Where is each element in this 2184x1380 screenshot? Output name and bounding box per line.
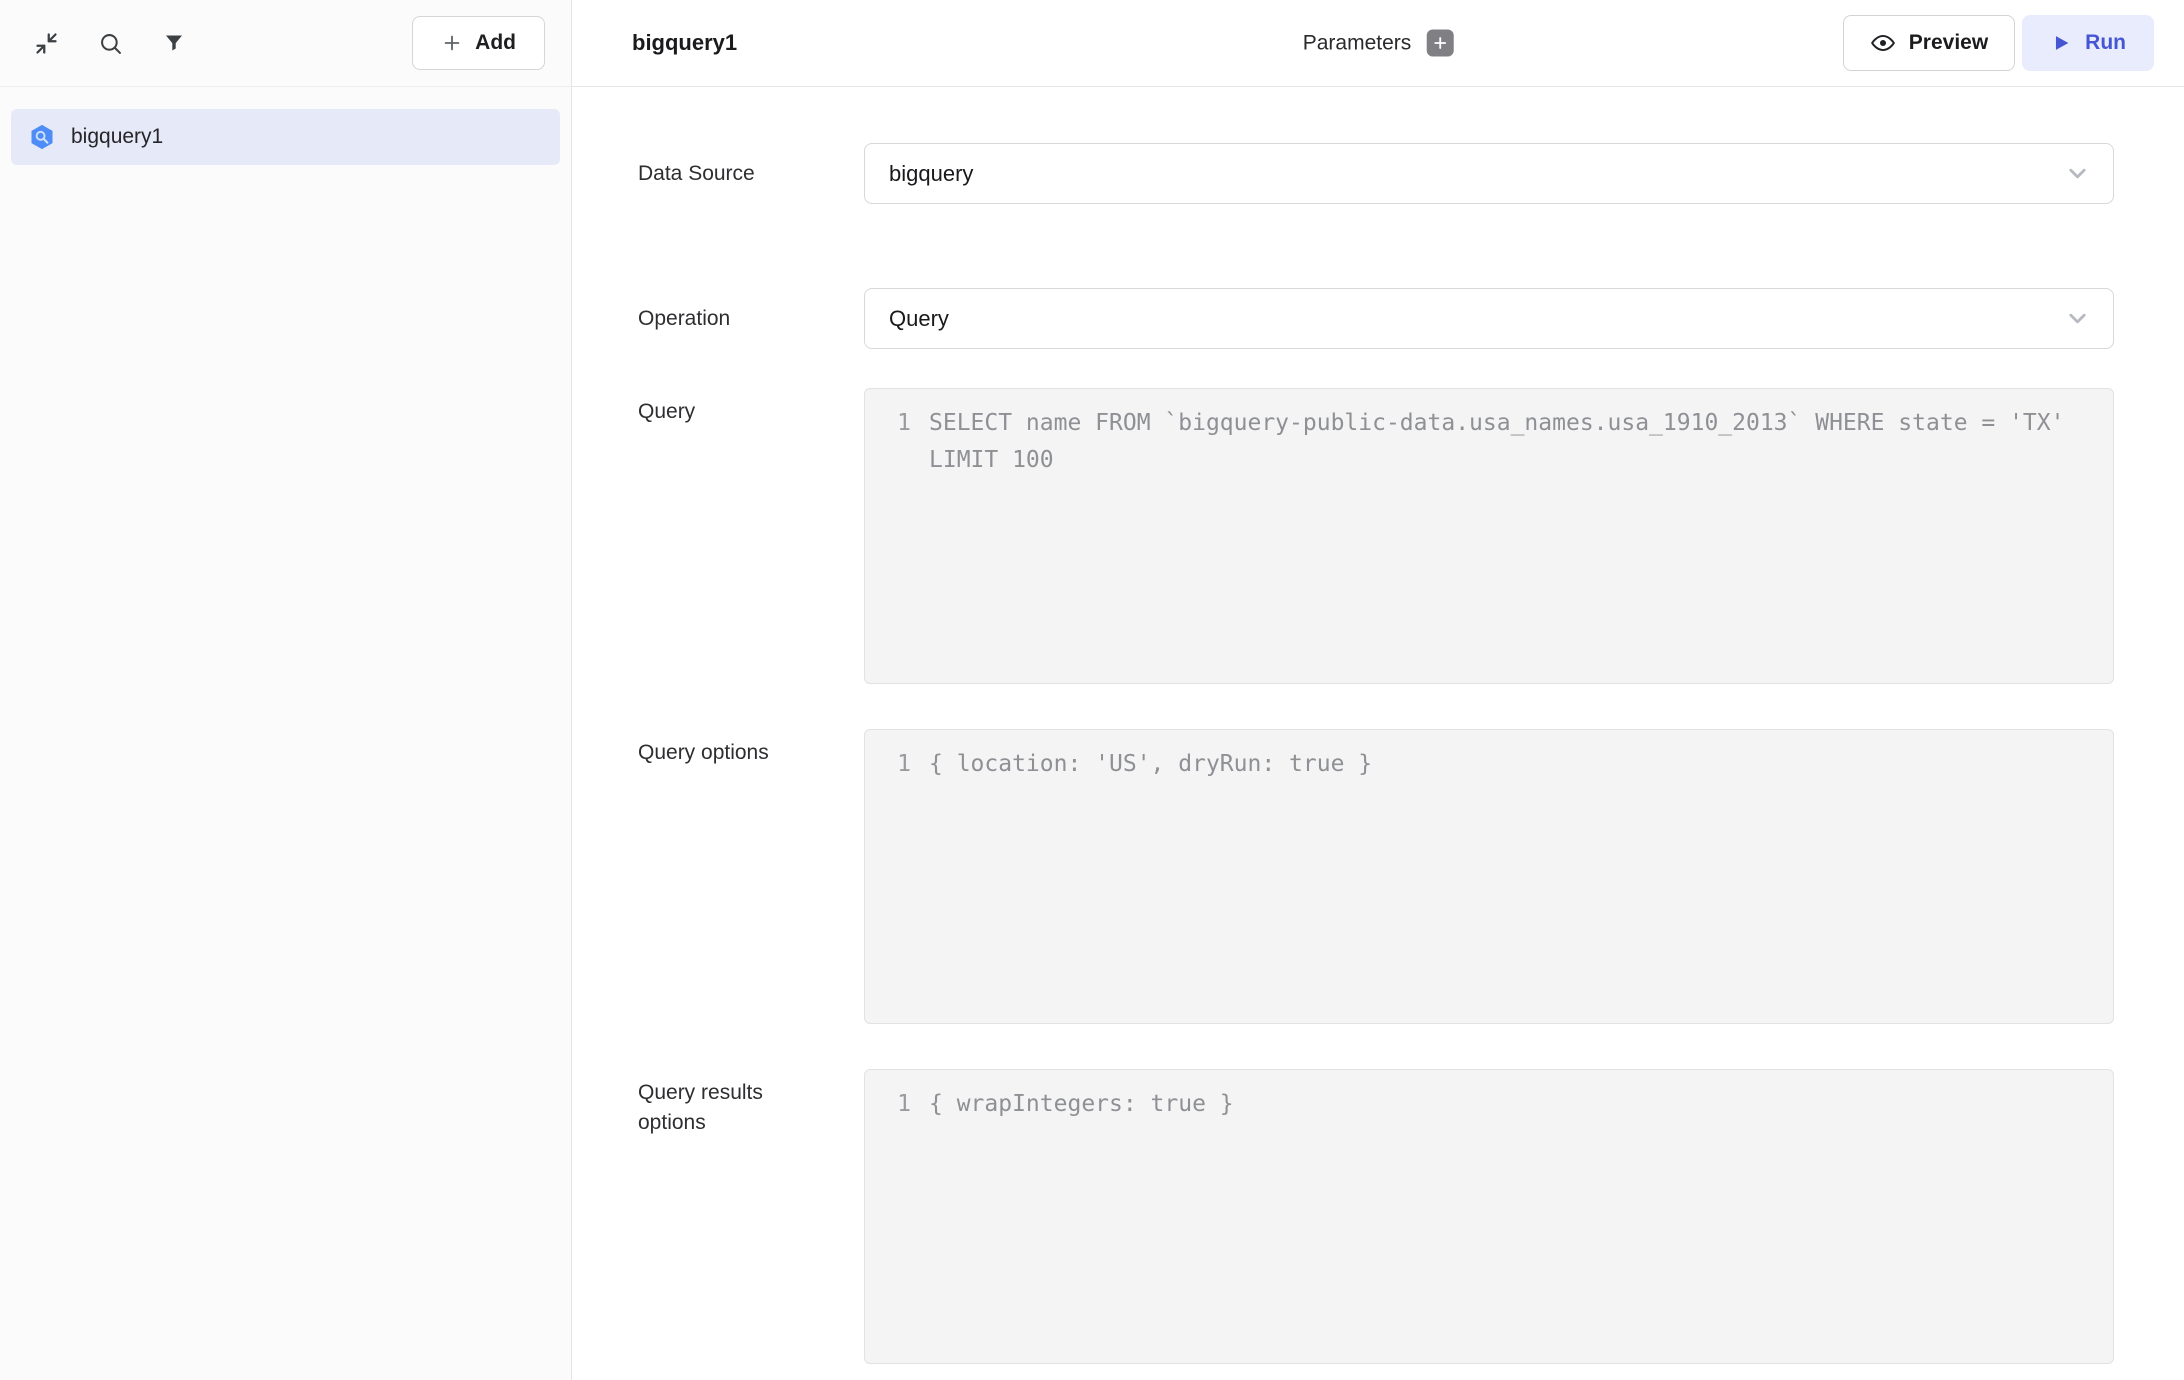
add-button-label: Add (475, 31, 516, 55)
add-parameter-button[interactable] (1426, 30, 1453, 57)
field-label-query-options: Query options (638, 729, 864, 1024)
query-results-options-code-text: { wrapIntegers: true } (929, 1086, 2093, 1123)
line-number: 1 (885, 405, 911, 442)
operation-value: Query (889, 306, 2064, 332)
filter-icon (162, 31, 186, 55)
bigquery-icon (28, 123, 56, 151)
query-form: Data Source bigquery Operation Query (572, 87, 2184, 1380)
field-row-query-options: Query options 1 { location: 'US', dryRun… (638, 729, 2114, 1024)
collapse-panel-button[interactable] (26, 23, 66, 63)
eye-icon (1870, 30, 1896, 56)
header-actions: Preview Run (1843, 15, 2154, 71)
query-code-text: SELECT name FROM `bigquery-public-data.u… (929, 405, 2093, 479)
sidebar-header: Add (0, 0, 571, 87)
query-code-editor[interactable]: 1 SELECT name FROM `bigquery-public-data… (864, 388, 2114, 684)
run-button[interactable]: Run (2022, 15, 2154, 71)
query-results-options-code-editor[interactable]: 1 { wrapIntegers: true } (864, 1069, 2114, 1364)
data-source-select[interactable]: bigquery (864, 143, 2114, 204)
field-label-query-results-options: Query results options (638, 1069, 864, 1364)
query-sidebar: Add bigquery1 (0, 0, 572, 1380)
play-icon (2050, 32, 2072, 54)
preview-button-label: Preview (1909, 31, 1988, 55)
parameters-group: Parameters (1303, 30, 1454, 57)
query-list-item-bigquery1[interactable]: bigquery1 (11, 109, 560, 165)
preview-button[interactable]: Preview (1843, 15, 2015, 71)
line-number: 1 (885, 746, 911, 783)
operation-select[interactable]: Query (864, 288, 2114, 349)
query-options-code-text: { location: 'US', dryRun: true } (929, 746, 2093, 783)
field-row-data-source: Data Source bigquery (638, 143, 2114, 204)
run-button-label: Run (2085, 31, 2126, 55)
query-list: bigquery1 (0, 87, 571, 165)
filter-button[interactable] (154, 23, 194, 63)
field-label-data-source: Data Source (638, 143, 864, 204)
collapse-icon (33, 30, 60, 57)
query-options-code-editor[interactable]: 1 { location: 'US', dryRun: true } (864, 729, 2114, 1024)
add-query-button[interactable]: Add (412, 16, 545, 70)
search-icon (97, 30, 124, 57)
query-editor-panel: bigquery1 Parameters Preview (572, 0, 2184, 1380)
field-label-query: Query (638, 388, 864, 684)
field-label-operation: Operation (638, 288, 864, 349)
query-editor-header: bigquery1 Parameters Preview (572, 0, 2184, 87)
parameters-label: Parameters (1303, 31, 1412, 55)
field-row-operation: Operation Query (638, 288, 2114, 349)
field-row-query-results-options: Query results options 1 { wrapIntegers: … (638, 1069, 2114, 1364)
query-item-label: bigquery1 (71, 125, 163, 149)
plus-icon (1431, 35, 1448, 52)
query-title: bigquery1 (632, 30, 737, 56)
chevron-down-icon (2064, 160, 2091, 187)
search-button[interactable] (90, 23, 130, 63)
data-source-value: bigquery (889, 161, 2064, 187)
chevron-down-icon (2064, 305, 2091, 332)
plus-icon (441, 32, 463, 54)
line-number: 1 (885, 1086, 911, 1123)
field-row-query: Query 1 SELECT name FROM `bigquery-publi… (638, 388, 2114, 684)
